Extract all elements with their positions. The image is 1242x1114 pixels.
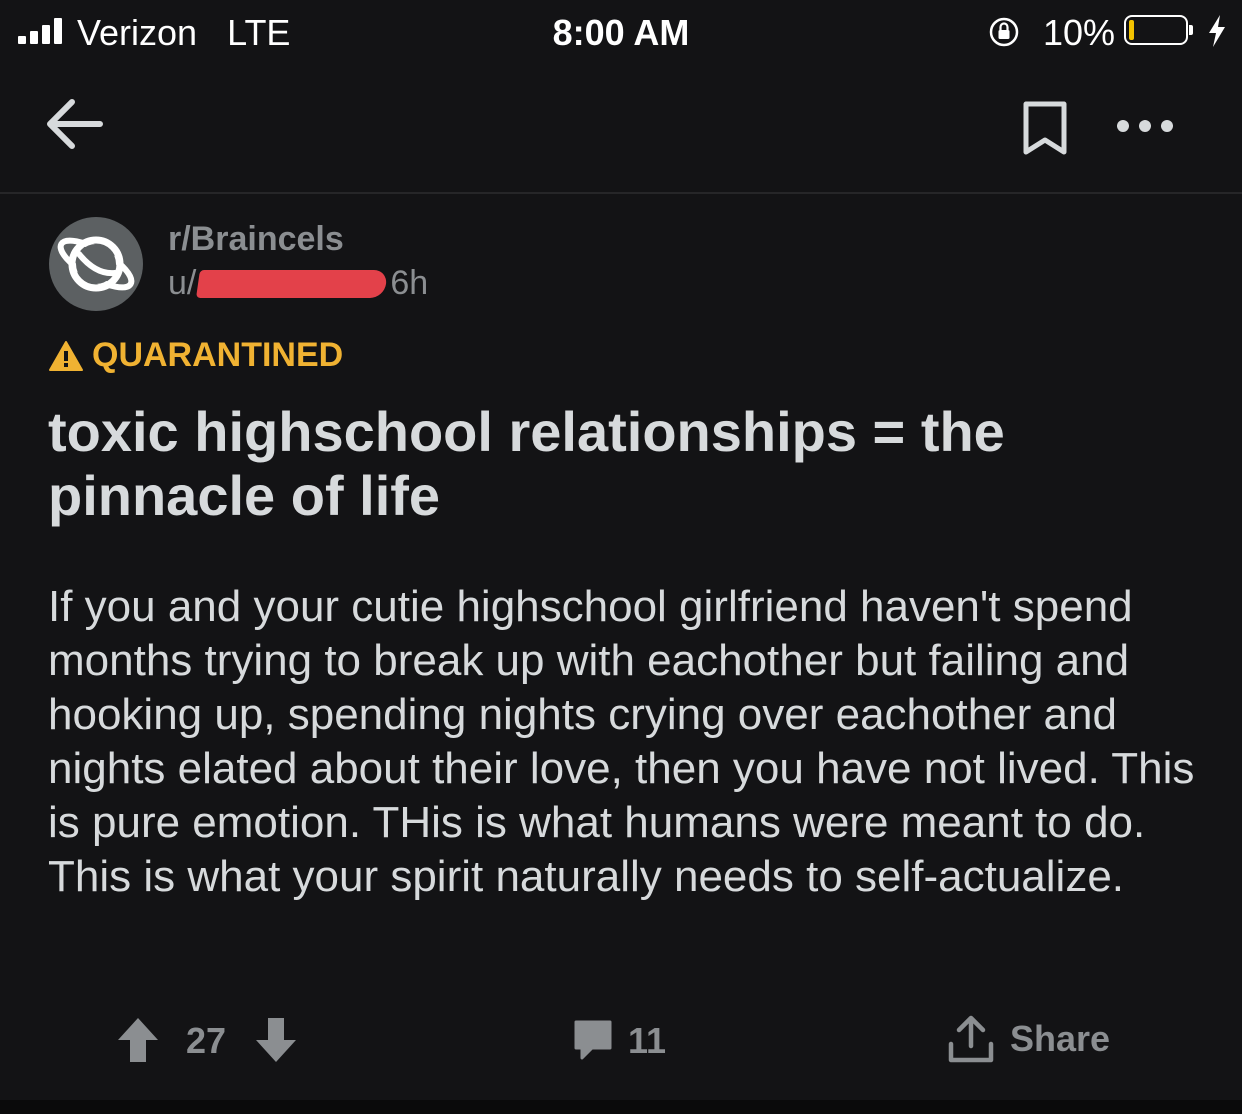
post-meta: u/6h	[168, 264, 428, 303]
warning-icon	[49, 340, 83, 371]
subreddit-name[interactable]: r/Braincels	[168, 220, 344, 259]
redacted-username	[196, 269, 389, 298]
vote-score: 27	[186, 1020, 227, 1061]
battery-percent: 10%	[1043, 12, 1116, 53]
bookmark-button[interactable]	[1020, 100, 1070, 156]
battery-icon	[1124, 15, 1193, 45]
username-prefix[interactable]: u/	[168, 264, 196, 303]
subreddit-avatar[interactable]	[49, 217, 143, 311]
post-title[interactable]: toxic highschool relationships = the pin…	[48, 400, 1198, 528]
comment-count[interactable]: 11	[628, 1020, 666, 1062]
comment-icon[interactable]	[572, 1016, 614, 1064]
rotation-lock-icon	[989, 17, 1019, 47]
back-button[interactable]	[40, 94, 106, 154]
share-button[interactable]: Share	[946, 1014, 1110, 1064]
post-nav-bar	[0, 64, 1242, 194]
upvote-button[interactable]	[116, 1016, 160, 1064]
downvote-button[interactable]	[254, 1016, 298, 1064]
quarantine-badge: QUARANTINED	[48, 336, 343, 375]
share-label: Share	[1010, 1018, 1111, 1059]
post-action-bar: 27 11 Share	[0, 1010, 1242, 1074]
planet-icon	[57, 236, 135, 292]
post-body: If you and your cutie highschool girlfri…	[48, 582, 1195, 901]
post-age: 6h	[390, 264, 429, 302]
quarantine-label: QUARANTINED	[92, 336, 344, 374]
more-options-button[interactable]	[1114, 114, 1176, 138]
bottom-divider	[0, 1100, 1242, 1114]
charging-bolt-icon	[1209, 15, 1225, 47]
status-bar: Verizon LTE 8:00 AM 10%	[0, 0, 1242, 64]
battery-fill	[1129, 20, 1134, 40]
share-icon	[948, 1015, 994, 1063]
